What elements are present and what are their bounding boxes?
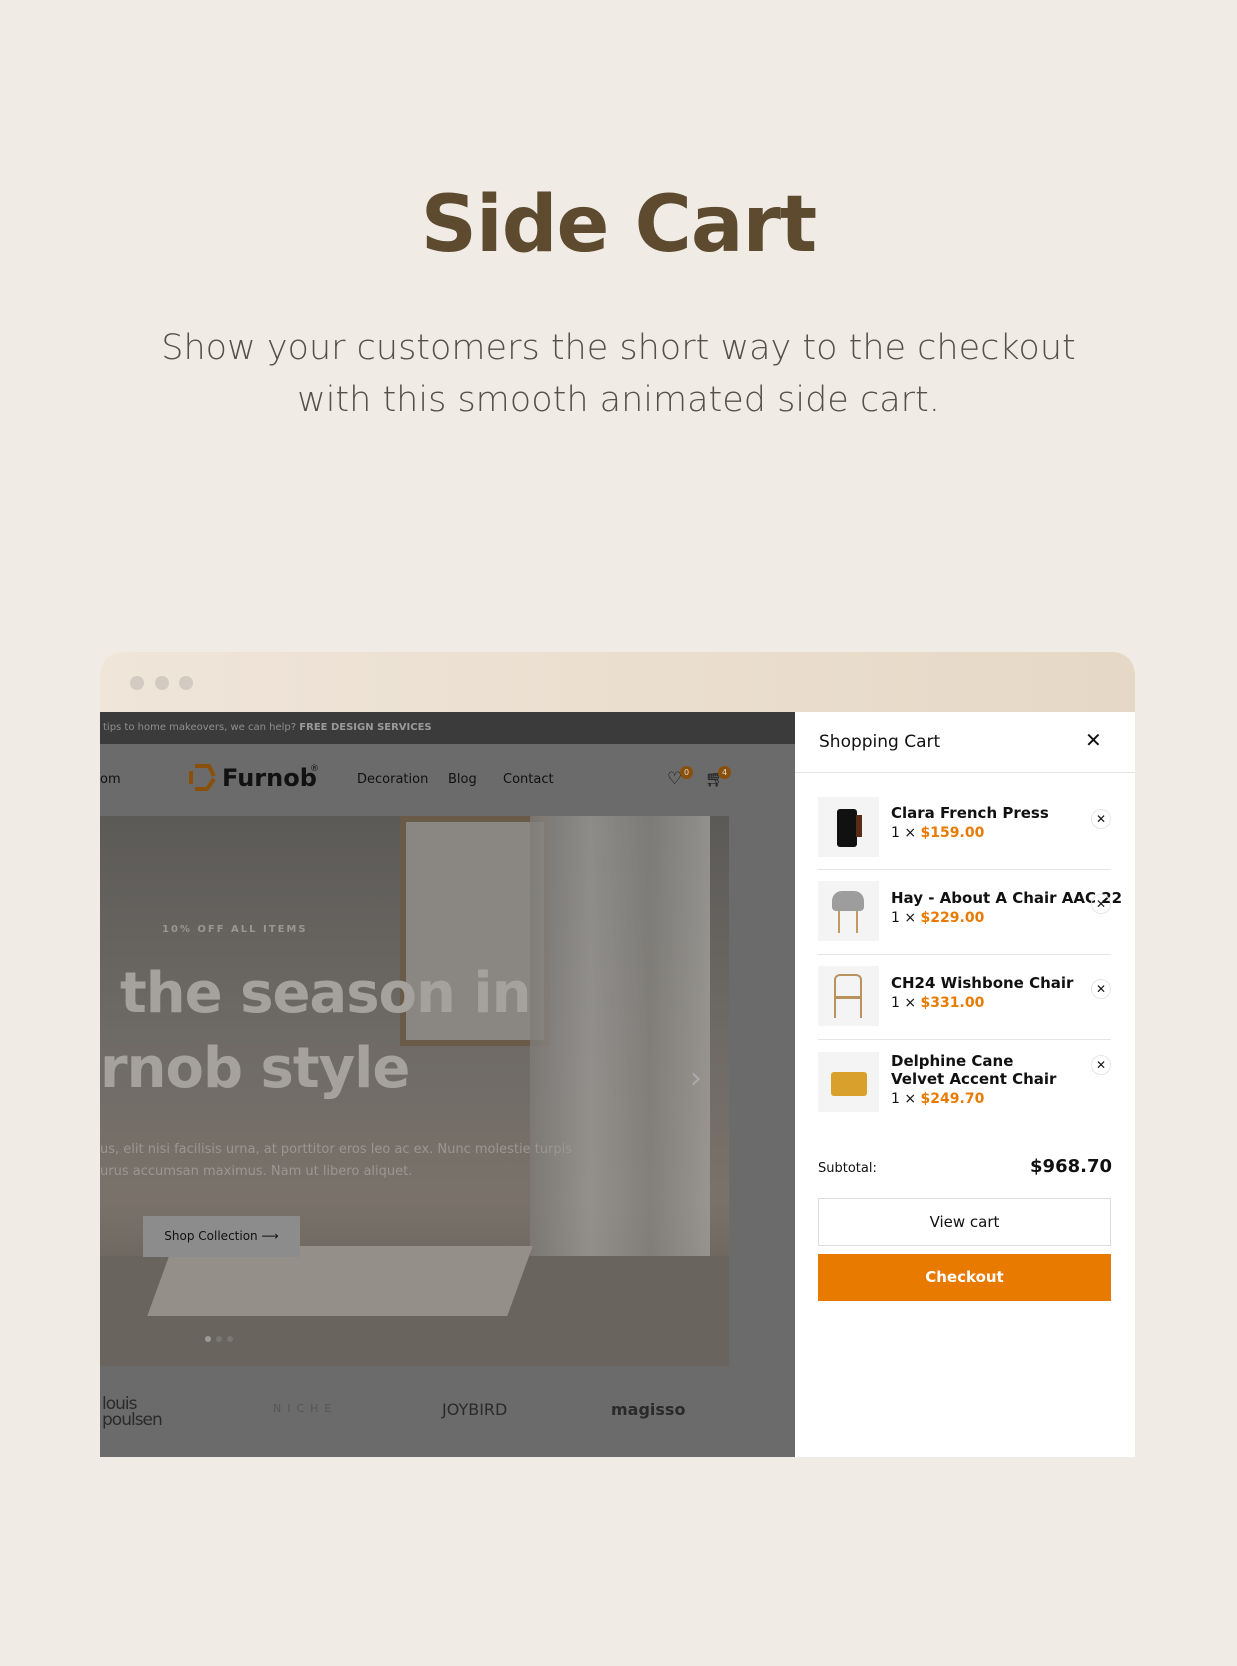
slider-next-arrow-icon[interactable]: › <box>690 1061 702 1096</box>
cart-item-amount: $159.00 <box>920 825 985 841</box>
hero-eyebrow: 10% OFF ALL ITEMS <box>162 924 308 935</box>
page-subtitle: Show your customers the short way to the… <box>0 322 1237 426</box>
wishlist-count-badge: 0 <box>680 766 693 779</box>
close-icon[interactable]: ✕ <box>1085 728 1102 752</box>
product-thumbnail-aac22[interactable] <box>818 881 879 941</box>
divider <box>818 1039 1111 1040</box>
subtotal-value: $968.70 <box>1030 1156 1112 1177</box>
remove-item-icon[interactable]: ✕ <box>1091 894 1111 914</box>
cart-item-amount: $229.00 <box>920 910 985 926</box>
shop-collection-button[interactable]: Shop Collection ⟶ <box>143 1216 300 1257</box>
slider-dot-active[interactable] <box>205 1336 211 1342</box>
hero-body-line: us, elit nisi facilisis urna, at porttit… <box>100 1142 573 1157</box>
free-design-link[interactable]: FREE DESIGN SERVICES <box>299 722 431 733</box>
cart-item-name[interactable]: Hay - About A Chair AAC 22 <box>891 889 1122 907</box>
cart-item-name[interactable]: Clara French Press <box>891 804 1091 822</box>
cart-item-price: 1 × $229.00 <box>891 910 984 926</box>
product-thumbnail-french-press[interactable] <box>818 797 879 857</box>
cart-item-qty: 1 × <box>891 1091 917 1107</box>
cart-item-amount: $331.00 <box>920 995 985 1011</box>
divider <box>818 954 1111 955</box>
nav-item-blog[interactable]: Blog <box>448 772 477 787</box>
cart-count-badge: 4 <box>718 766 731 779</box>
hero-slider: 10% OFF ALL ITEMS the season in rnob sty… <box>100 816 729 1366</box>
announcement-bar: tips to home makeovers, we can help? FRE… <box>100 712 795 744</box>
cart-header: Shopping Cart ✕ <box>795 712 1135 773</box>
hero-body: us, elit nisi facilisis urna, at porttit… <box>100 1139 572 1183</box>
slider-dot[interactable] <box>227 1336 233 1342</box>
browser-window: tips to home makeovers, we can help? FRE… <box>100 652 1135 1457</box>
cart-item-price: 1 × $249.70 <box>891 1091 984 1107</box>
announcement-text: tips to home makeovers, we can help? <box>103 722 297 733</box>
remove-item-icon[interactable]: ✕ <box>1091 979 1111 999</box>
remove-item-icon[interactable]: ✕ <box>1091 1055 1111 1075</box>
view-cart-button[interactable]: View cart <box>818 1198 1111 1246</box>
product-thumbnail-delphine[interactable] <box>818 1052 879 1112</box>
hero-headline-line1: the season in <box>120 961 531 1026</box>
cart-item-qty: 1 × <box>891 910 917 926</box>
brand-logo-niche: NICHE <box>273 1402 338 1415</box>
hero-body-line: urus accumsan maximus. Nam ut libero ali… <box>100 1164 413 1179</box>
cart-title: Shopping Cart <box>819 732 941 752</box>
cart-item-price: 1 × $159.00 <box>891 825 984 841</box>
browser-titlebar <box>100 652 1135 712</box>
window-dot <box>130 676 144 690</box>
website-background: tips to home makeovers, we can help? FRE… <box>100 712 795 1457</box>
subtitle-line: with this smooth animated side cart. <box>297 380 940 420</box>
product-thumbnail-wishbone[interactable] <box>818 966 879 1026</box>
cart-item-qty: 1 × <box>891 995 917 1011</box>
checkout-button[interactable]: Checkout <box>818 1254 1111 1301</box>
side-cart-panel: Shopping Cart ✕ Clara French Press 1 × $… <box>795 712 1135 1457</box>
cart-item-name[interactable]: Delphine Cane Velvet Accent Chair <box>891 1052 1061 1088</box>
shop-collection-label: Shop Collection <box>164 1229 258 1243</box>
brand-logo-joybird: JOYBIRD <box>442 1400 508 1419</box>
remove-item-icon[interactable]: ✕ <box>1091 809 1111 829</box>
slider-dot[interactable] <box>216 1336 222 1342</box>
nav-item-contact[interactable]: Contact <box>503 772 554 787</box>
brand-logo-louis-poulsen: louis poulsen <box>102 1394 163 1430</box>
logo-registered: ® <box>310 764 319 774</box>
window-dot <box>179 676 193 690</box>
arrow-right-icon: ⟶ <box>261 1229 279 1243</box>
nav-item[interactable]: om <box>100 772 121 787</box>
cart-item-name[interactable]: CH24 Wishbone Chair <box>891 974 1091 992</box>
cart-item-amount: $249.70 <box>920 1091 985 1107</box>
subtitle-line: Show your customers the short way to the… <box>161 328 1076 368</box>
divider <box>818 869 1111 870</box>
page-title: Side Cart <box>420 180 817 270</box>
cart-item-qty: 1 × <box>891 825 917 841</box>
hero-headline-line2: rnob style <box>100 1036 410 1101</box>
cart-item-price: 1 × $331.00 <box>891 995 984 1011</box>
brand-logos-row: louis poulsen NICHE JOYBIRD magisso <box>100 1366 795 1457</box>
logo-text[interactable]: Furnob <box>222 764 317 792</box>
nav-item-decoration[interactable]: Decoration <box>357 772 428 787</box>
brand-logo-magisso: magisso <box>611 1400 686 1419</box>
window-dot <box>155 676 169 690</box>
site-nav: om Furnob ® Decoration Blog Contact ♡ 0 … <box>100 744 795 816</box>
subtotal-label: Subtotal: <box>818 1161 877 1176</box>
logo-icon <box>187 762 217 792</box>
hero-curtain-image <box>530 816 710 1296</box>
